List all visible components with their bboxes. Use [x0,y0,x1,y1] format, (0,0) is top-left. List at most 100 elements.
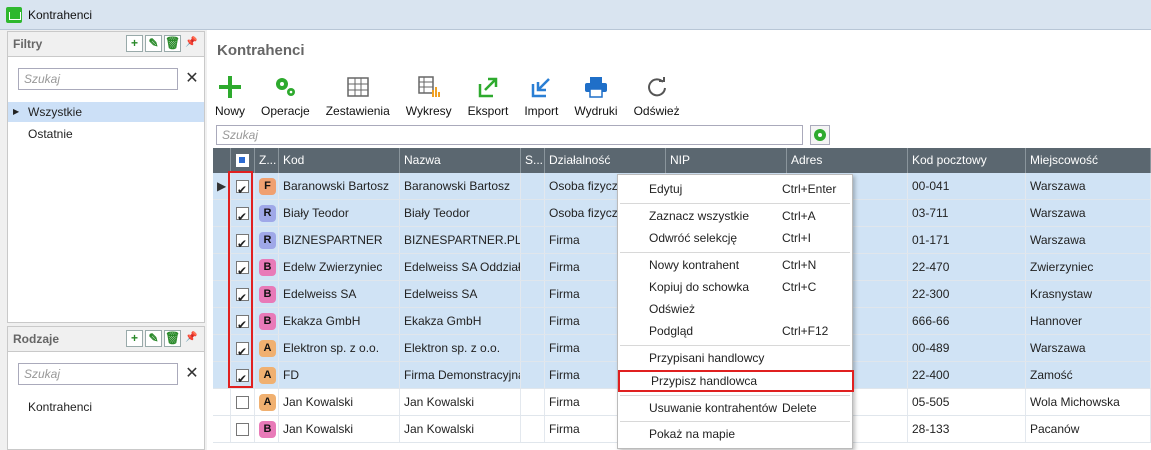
cell-kod: Edelweiss SA [279,281,400,307]
context-menu: Edytuj Ctrl+Enter Zaznacz wszystkie Ctrl+A… [617,174,854,449]
menu-item-podglad[interactable]: Podgląd Ctrl+F12 [618,320,852,342]
cell-kod-pocztowy: 00-041 [908,173,1026,199]
cell-nazwa: Ekakza GmbH [400,308,521,334]
header-adres[interactable]: Adres [787,148,908,173]
cell-miejscowosc: Warszawa [1026,227,1151,253]
type-badge: A [259,367,276,385]
menu-item-przypisz-handlowca[interactable]: Przypisz handlowca [618,370,854,392]
header-z[interactable]: Z... [255,148,279,173]
delete-kind-icon[interactable]: 🗑 [164,330,181,347]
cell-miejscowosc: Hannover [1026,308,1151,334]
menu-separator [620,252,850,253]
row-checkbox-cell[interactable] [231,389,255,415]
menu-item-odswiez[interactable]: Odśwież [618,298,852,320]
filter-item-ostatnie[interactable]: Ostatnie [8,124,204,144]
grid-search-input[interactable]: Szukaj [216,125,803,145]
menu-item-zaznacz-wszystkie[interactable]: Zaznacz wszystkie Ctrl+A [618,205,852,227]
cell-s [521,281,545,307]
menu-item-edytuj[interactable]: Edytuj Ctrl+Enter [618,178,852,200]
cell-nazwa: Firma Demonstracyjna [400,362,521,388]
menu-separator [620,395,850,396]
row-checkbox[interactable] [236,423,249,437]
cell-kod: Ekakza GmbH [279,308,400,334]
menu-item-nowy-kontrahent[interactable]: Nowy kontrahent Ctrl+N [618,254,852,276]
header-s[interactable]: S... [521,148,545,173]
cell-kod: BIZNESPARTNER [279,227,400,253]
row-type-cell: R [255,200,279,226]
row-pointer-icon: ▶ [13,107,20,116]
add-kind-icon[interactable]: + [126,330,143,347]
cell-kod-pocztowy: 03-711 [908,200,1026,226]
header-kod[interactable]: Kod [279,148,400,173]
delete-filter-icon[interactable]: 🗑 [164,35,181,52]
menu-item-odwroc-selekcje[interactable]: Odwróć selekcję Ctrl+I [618,227,852,249]
import-button[interactable]: Import [516,70,566,118]
export-button[interactable]: Eksport [460,70,517,118]
cell-s [521,362,545,388]
cell-nazwa: Elektron sp. z o.o. [400,335,521,361]
reports-button[interactable]: Zestawienia [318,70,398,118]
cell-s [521,173,545,199]
cell-miejscowosc: Zamość [1026,362,1151,388]
row-type-cell: A [255,389,279,415]
pin-icon[interactable]: 📌 [183,35,200,52]
header-select-all[interactable] [231,148,255,173]
cell-miejscowosc: Warszawa [1026,335,1151,361]
cell-nazwa: Jan Kowalski [400,416,521,442]
type-badge: A [259,394,276,412]
new-button[interactable]: Nowy [207,70,253,118]
menu-item-kopiuj[interactable]: Kopiuj do schowka Ctrl+C [618,276,852,298]
edit-kind-icon[interactable]: ✎ [145,330,162,347]
type-badge: B [259,421,276,439]
cell-kod-pocztowy: 22-300 [908,281,1026,307]
clear-search-icon[interactable]: ✕ [184,71,200,87]
menu-item-usuwanie[interactable]: Usuwanie kontrahentów Delete [618,397,852,419]
type-badge: A [259,340,276,358]
kind-item-label: Kontrahenci [28,400,93,414]
cell-s [521,254,545,280]
kinds-search-input[interactable]: Szukaj [18,363,178,385]
cell-kod: Edelw Zwierzyniec [279,254,400,280]
refresh-button[interactable]: Odśwież [626,70,688,118]
filter-item-wszystkie[interactable]: ▶ Wszystkie [8,102,204,122]
select-all-checkbox[interactable] [236,154,249,168]
operations-button[interactable]: Operacje [253,70,318,118]
cell-nazwa: Edelweiss SA [400,281,521,307]
cell-kod: Baranowski Bartosz [279,173,400,199]
header-dzialalnosc[interactable]: Działalność [545,148,666,173]
header-miejscowosc[interactable]: Miejscowość [1026,148,1151,173]
cell-miejscowosc: Krasnystaw [1026,281,1151,307]
chart-table-icon [416,74,442,100]
gear-icon [814,129,826,141]
search-settings-button[interactable] [810,125,830,145]
kind-item-kontrahenci[interactable]: Kontrahenci [8,397,204,417]
cell-nazwa: Edelweiss SA Oddział [400,254,521,280]
clear-search-icon[interactable]: ✕ [184,366,200,382]
header-nazwa[interactable]: Nazwa [400,148,521,173]
add-filter-icon[interactable]: + [126,35,143,52]
window-title: Kontrahenci [28,7,93,22]
type-badge: R [259,205,276,223]
charts-button[interactable]: Wykresy [398,70,460,118]
pin-icon[interactable]: 📌 [183,330,200,347]
header-kod-pocztowy[interactable]: Kod pocztowy [908,148,1026,173]
cell-nazwa: Jan Kowalski [400,389,521,415]
prints-button[interactable]: Wydruki [566,70,625,118]
row-checkbox-cell[interactable] [231,416,255,442]
app-basket-icon [6,6,22,23]
cell-nazwa: Biały Teodor [400,200,521,226]
edit-filter-icon[interactable]: ✎ [145,35,162,52]
row-indicator [213,389,231,415]
kinds-panel: Rodzaje + ✎ 🗑 📌 Szukaj ✕ Kontrahenci [7,326,205,450]
menu-item-pokaz-na-mapie[interactable]: Pokaż na mapie [618,423,852,445]
cell-kod-pocztowy: 05-505 [908,389,1026,415]
row-indicator [213,416,231,442]
plus-icon [217,74,243,100]
cell-kod: Biały Teodor [279,200,400,226]
row-checkbox[interactable] [236,396,249,410]
menu-item-przypisani-handlowcy[interactable]: Przypisani handlowcy [618,347,852,369]
type-badge: R [259,232,276,250]
header-nip[interactable]: NIP [666,148,787,173]
printer-icon [583,74,609,100]
filters-search-input[interactable]: Szukaj [18,68,178,90]
